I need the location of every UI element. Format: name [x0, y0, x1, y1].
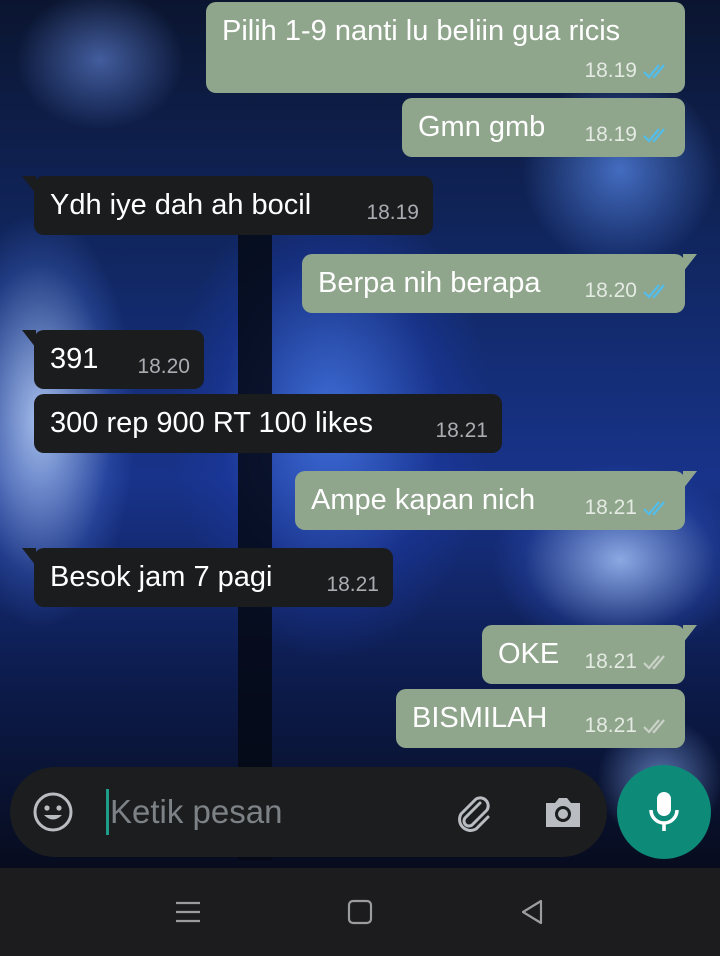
message-text: Ydh iye dah ah bocil — [50, 189, 312, 221]
message-time: 18.21 — [584, 714, 637, 737]
message-bubble-outgoing[interactable]: Ampe kapan nich 18.21 — [295, 471, 697, 530]
message-time: 18.21 — [435, 419, 488, 442]
message-time: 18.21 — [584, 496, 637, 519]
message-text: Pilih 1-9 nanti lu beliin gua ricis — [222, 15, 621, 47]
message-time: 18.20 — [137, 355, 190, 378]
mic-icon — [649, 792, 679, 831]
mic-button[interactable] — [617, 765, 711, 859]
message-text: Ampe kapan nich — [311, 484, 536, 516]
message-text: Gmn gmb — [418, 111, 546, 143]
message-text: 300 rep 900 RT 100 likes — [50, 407, 373, 439]
message-bubble-outgoing[interactable]: OKE 18.21 — [482, 625, 697, 684]
message-text: 391 — [50, 343, 99, 375]
message-time: 18.19 — [584, 123, 637, 146]
message-text: BISMILAH — [412, 702, 548, 734]
delivered-ticks-icon — [643, 717, 671, 735]
message-bubble-incoming[interactable]: Besok jam 7 pagi 18.21 — [22, 548, 393, 607]
delivered-ticks-icon — [643, 653, 671, 671]
message-time: 18.20 — [584, 279, 637, 302]
bubble-tail — [22, 330, 36, 348]
message-bubble-incoming[interactable]: Ydh iye dah ah bocil 18.19 — [22, 176, 433, 235]
camera-icon[interactable] — [540, 789, 586, 835]
message-input[interactable] — [106, 789, 430, 835]
message-bubble-incoming[interactable]: 391 18.20 — [22, 330, 204, 389]
message-bubble-incoming[interactable]: 300 rep 900 RT 100 likes 18.21 — [34, 394, 502, 453]
message-list[interactable]: Pilih 1-9 nanti lu beliin gua ricis 18.1… — [0, 0, 720, 760]
read-ticks-icon — [643, 126, 671, 144]
message-text: OKE — [498, 638, 560, 670]
read-ticks-icon — [643, 62, 671, 80]
read-ticks-icon — [643, 499, 671, 517]
emoji-icon[interactable] — [32, 791, 74, 833]
menu-icon[interactable] — [170, 894, 206, 930]
message-text: Besok jam 7 pagi — [50, 561, 273, 593]
bubble-tail — [22, 176, 36, 194]
bubble-tail — [683, 625, 697, 643]
message-text: Berpa nih berapa — [318, 267, 541, 299]
message-time: 18.19 — [366, 201, 419, 224]
message-time: 18.21 — [326, 573, 379, 596]
message-bubble-outgoing[interactable]: Berpa nih berapa 18.20 — [302, 254, 697, 313]
message-composer — [10, 767, 607, 857]
message-bubble-outgoing[interactable]: BISMILAH 18.21 — [396, 689, 685, 748]
back-icon[interactable] — [514, 894, 550, 930]
home-icon[interactable] — [342, 894, 378, 930]
attach-icon[interactable] — [450, 789, 496, 835]
message-bubble-outgoing[interactable]: Pilih 1-9 nanti lu beliin gua ricis 18.1… — [206, 2, 685, 93]
read-ticks-icon — [643, 282, 671, 300]
bubble-tail — [22, 548, 36, 566]
message-time: 18.19 — [584, 59, 637, 82]
message-bubble-outgoing[interactable]: Gmn gmb 18.19 — [402, 98, 685, 157]
system-navigation-bar — [0, 868, 720, 956]
bubble-tail — [683, 254, 697, 272]
message-time: 18.21 — [584, 650, 637, 673]
bubble-tail — [683, 471, 697, 489]
